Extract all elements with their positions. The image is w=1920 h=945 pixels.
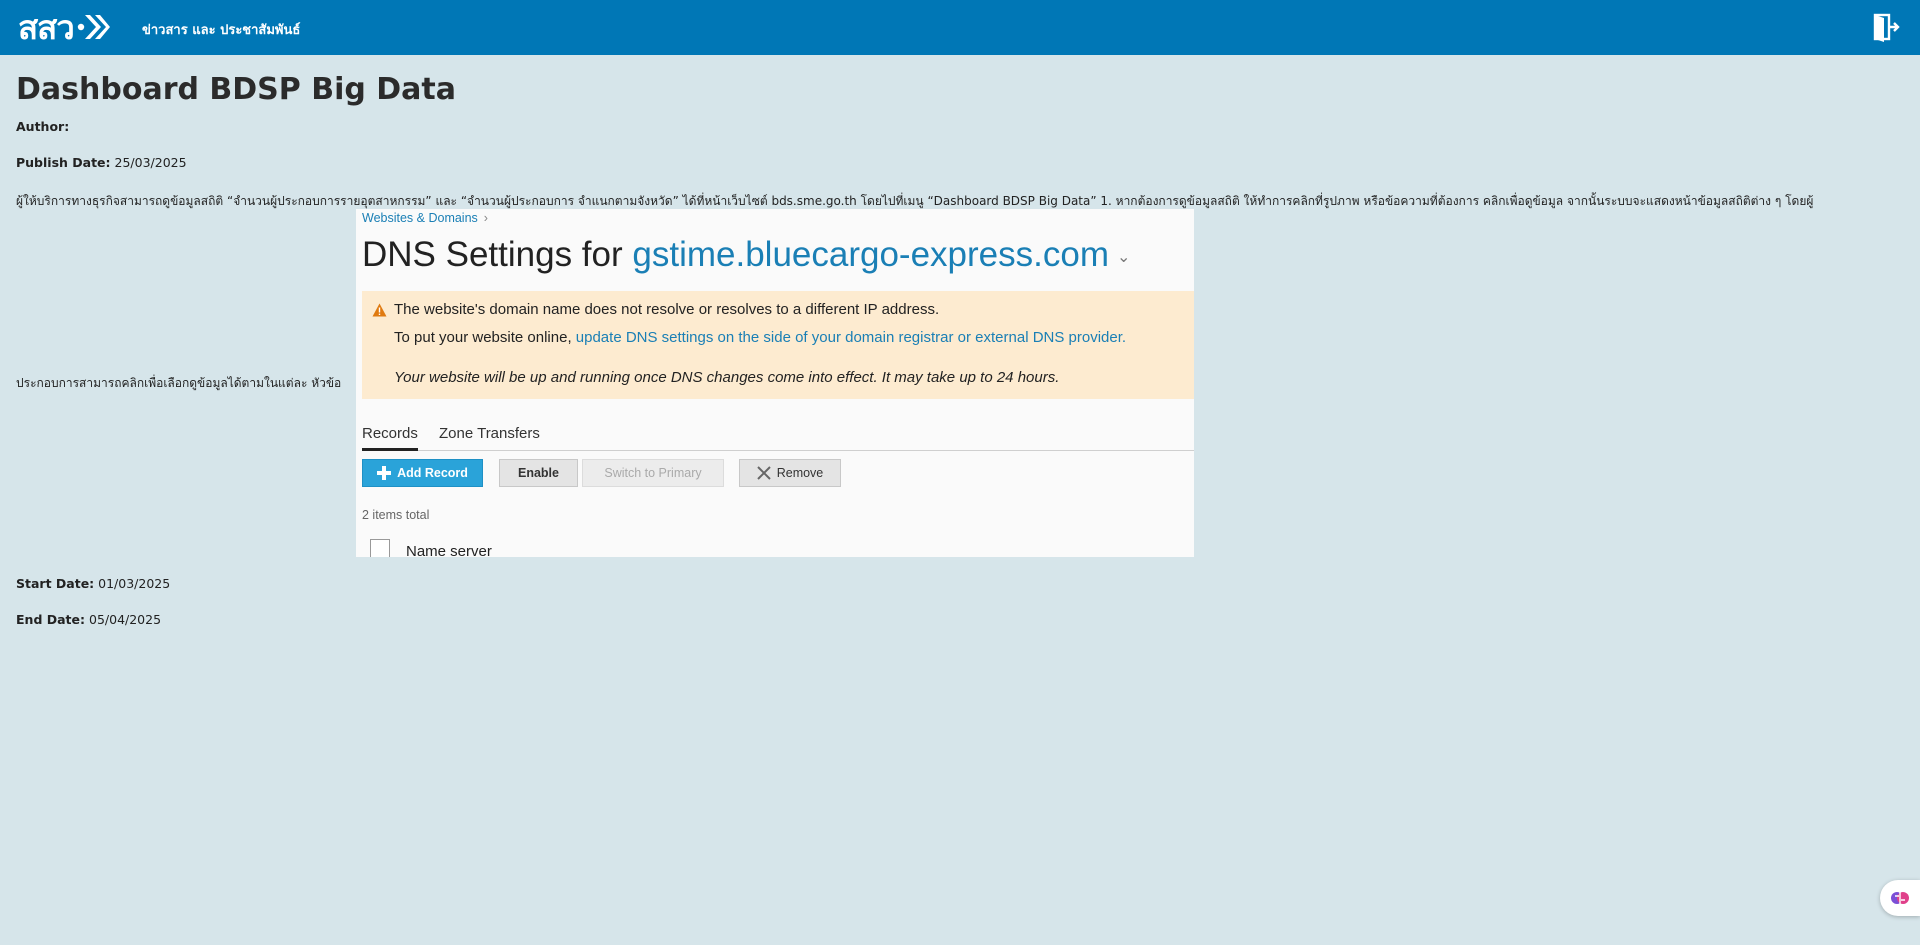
dns-settings-image: Websites & Domains › DNS Settings for gst…: [356, 209, 1194, 557]
start-date-value: 01/03/2025: [98, 576, 171, 591]
remove-x-icon: [757, 466, 771, 480]
warning-instructions-text: To put your website online,: [394, 329, 572, 346]
logo-text: สสว: [18, 7, 75, 47]
switch-to-primary-button[interactable]: Switch to Primary: [582, 459, 724, 487]
floating-assistant-button[interactable]: [1880, 880, 1920, 916]
page-title: Dashboard BDSP Big Data: [16, 72, 457, 107]
add-record-label: Add Record: [397, 466, 468, 480]
end-date-line: End Date: 05/04/2025: [16, 612, 161, 627]
record-row-name-server: Name server: [406, 543, 492, 557]
warning-note: Your website will be up and running once…: [394, 369, 1060, 386]
logout-button[interactable]: [1872, 12, 1900, 42]
dns-tabs: Records Zone Transfers: [362, 415, 1194, 451]
start-date-line: Start Date: 01/03/2025: [16, 576, 170, 591]
end-date-label: End Date:: [16, 612, 86, 627]
logout-door-icon: [1873, 13, 1900, 42]
brand-logo[interactable]: สสว: [18, 8, 110, 47]
nav-link-news[interactable]: ข่าวสาร และ ประชาสัมพันธ์: [142, 19, 300, 40]
publish-date-line: Publish Date: 25/03/2025: [16, 155, 187, 170]
update-dns-link[interactable]: update DNS settings on the side of your …: [576, 329, 1126, 346]
tab-records[interactable]: Records: [362, 425, 418, 451]
author-label: Author:: [16, 119, 70, 134]
enable-button[interactable]: Enable: [499, 459, 578, 487]
add-record-button[interactable]: Add Record: [362, 459, 483, 487]
switch-to-primary-label: Switch to Primary: [604, 466, 702, 480]
chevron-right-icon: ›: [483, 211, 488, 225]
warning-instructions: To put your website online, update DNS s…: [394, 329, 1126, 346]
warning-message: The website's domain name does not resol…: [394, 301, 940, 318]
breadcrumb-websites-domains[interactable]: Websites & Domains: [362, 211, 478, 225]
remove-label: Remove: [776, 466, 824, 480]
publish-date-label: Publish Date:: [16, 155, 111, 170]
chevron-down-icon[interactable]: ⌄: [1117, 249, 1130, 266]
items-total: 2 items total: [362, 508, 430, 522]
tab-zone-transfers[interactable]: Zone Transfers: [439, 425, 540, 448]
enable-label: Enable: [518, 466, 559, 480]
dns-warning-box: The website's domain name does not resol…: [362, 291, 1194, 399]
warning-icon: [372, 303, 387, 317]
publish-date-value: 25/03/2025: [114, 155, 187, 170]
top-navbar: สสว ข่าวสาร และ ประชาสัมพันธ์: [0, 0, 1920, 55]
remove-button[interactable]: Remove: [739, 459, 841, 487]
chevron-arrows-icon: [77, 15, 110, 39]
start-date-label: Start Date:: [16, 576, 95, 591]
author-line: Author:: [16, 119, 69, 134]
row-checkbox[interactable]: [370, 539, 390, 557]
brain-icon: [1891, 892, 1909, 904]
plus-icon: [377, 466, 392, 480]
domain-selector[interactable]: gstime.bluecargo-express.com: [632, 235, 1109, 274]
article-description-continued: ประกอบการสามารถคลิกเพื่อเลือกดูข้อมูลได้…: [16, 376, 342, 390]
dns-title-prefix: DNS Settings for: [362, 235, 623, 274]
end-date-value: 05/04/2025: [89, 612, 162, 627]
dns-page-title: DNS Settings for gstime.bluecargo-expres…: [362, 235, 1130, 275]
breadcrumb[interactable]: Websites & Domains ›: [362, 211, 488, 225]
